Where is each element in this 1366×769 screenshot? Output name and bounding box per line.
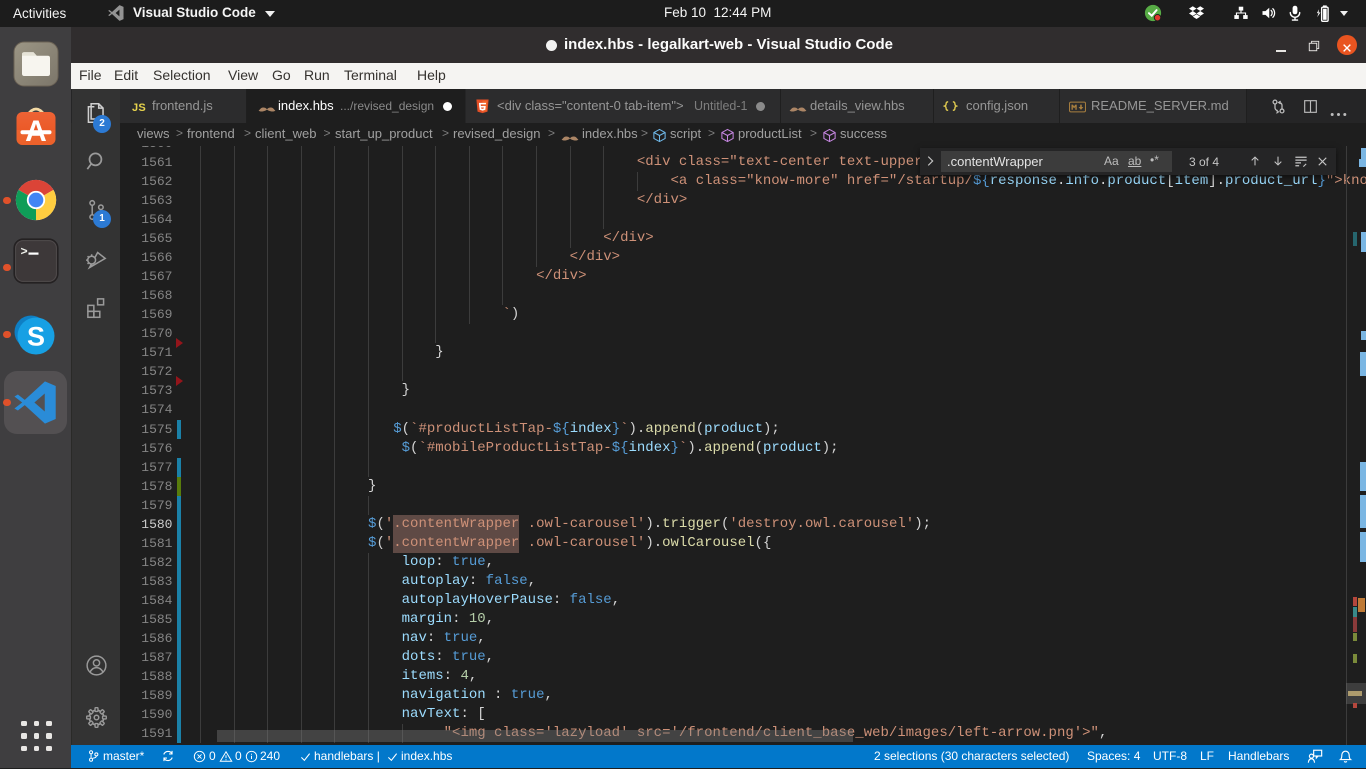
svg-text:S: S (27, 322, 45, 352)
svg-text:>: > (21, 245, 28, 259)
